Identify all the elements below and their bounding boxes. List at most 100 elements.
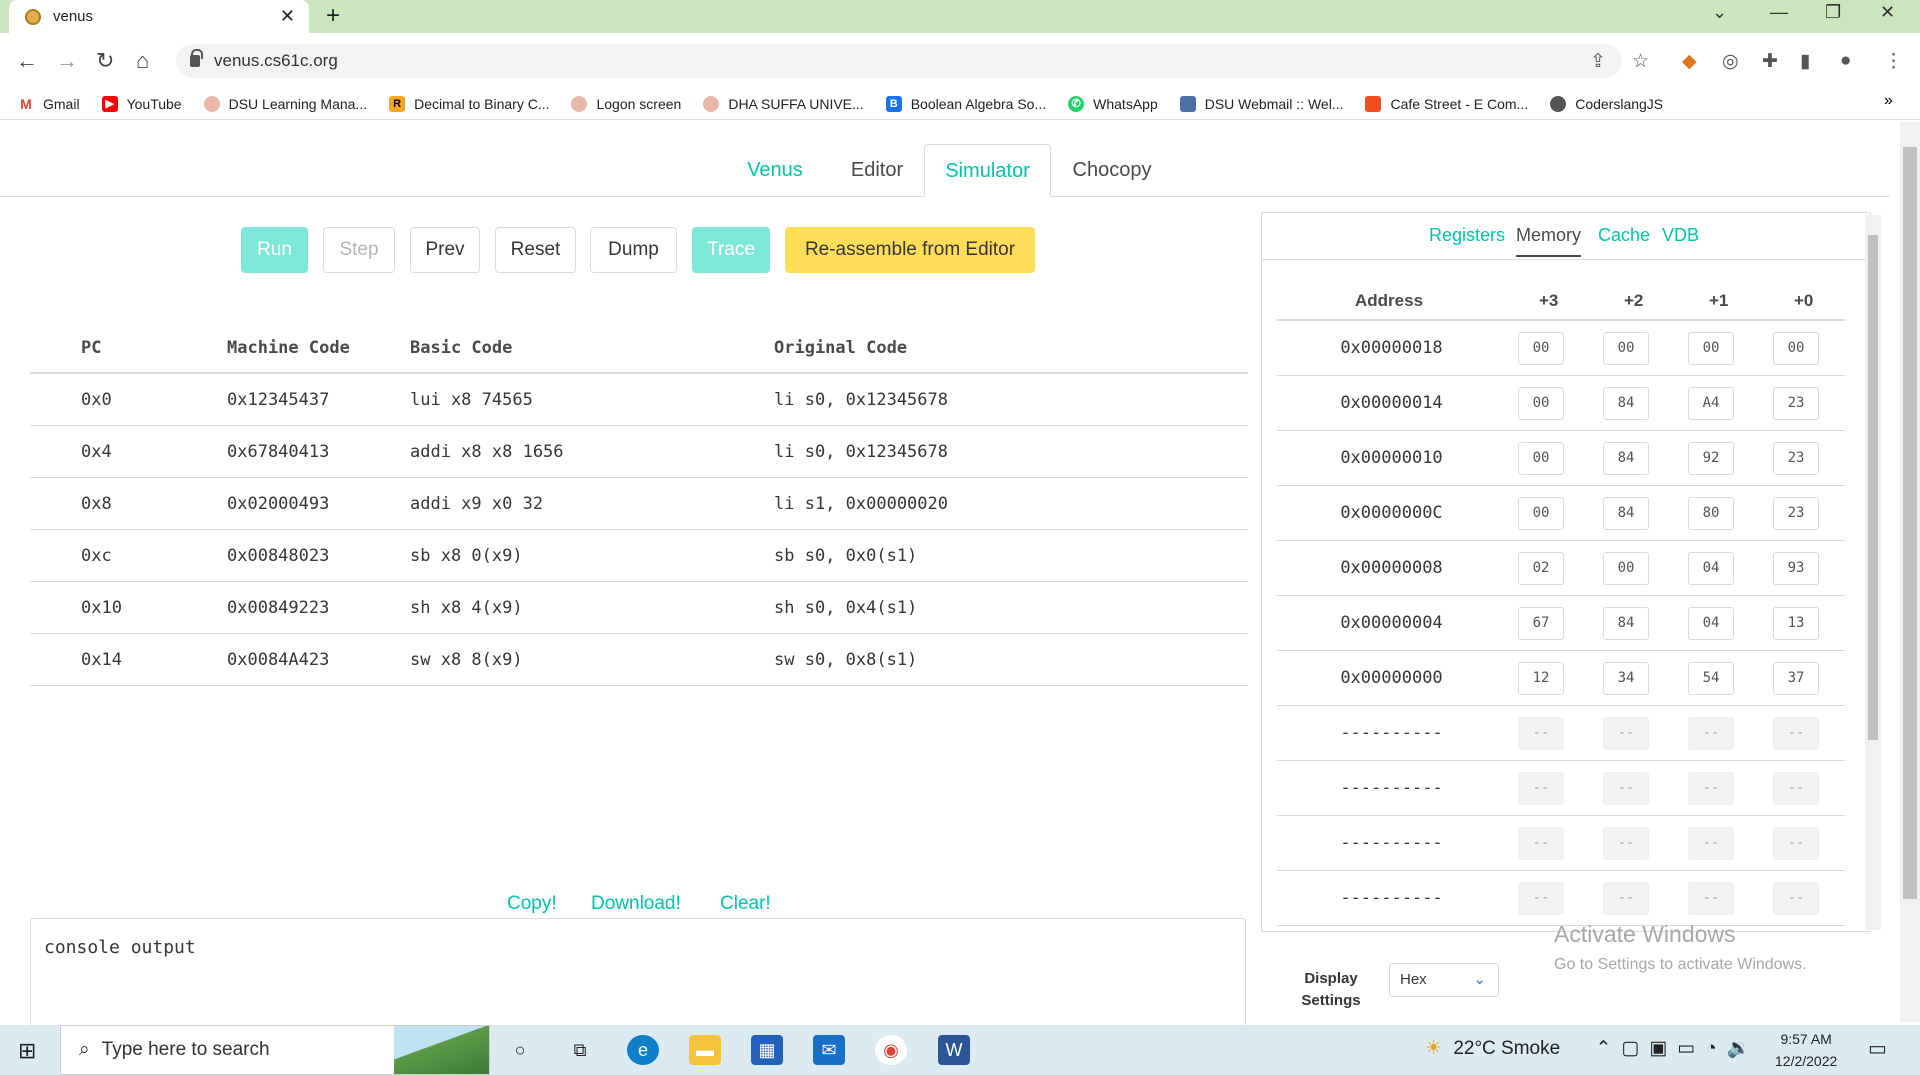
memory-byte-cell[interactable]: 00: [1603, 552, 1649, 585]
bookmark-whatsapp[interactable]: ✆ WhatsApp: [1068, 95, 1158, 112]
scroll-thumb[interactable]: [1868, 235, 1878, 740]
tab-simulator[interactable]: Simulator: [924, 144, 1051, 197]
memory-byte-cell[interactable]: --: [1773, 717, 1819, 750]
dump-button[interactable]: Dump: [590, 227, 677, 273]
run-button[interactable]: Run: [241, 227, 308, 273]
memory-byte-cell[interactable]: --: [1603, 882, 1649, 915]
bookmark-gmail[interactable]: M Gmail: [18, 95, 80, 112]
sidepanel-icon[interactable]: ▮: [1800, 50, 1810, 73]
memory-byte-cell[interactable]: 54: [1688, 662, 1734, 695]
memory-byte-cell[interactable]: 84: [1603, 497, 1649, 530]
memory-byte-cell[interactable]: --: [1773, 772, 1819, 805]
prev-button[interactable]: Prev: [410, 227, 480, 273]
task-view-icon[interactable]: ⧉: [564, 1035, 596, 1065]
bookmark-youtube[interactable]: ▶ YouTube: [101, 95, 182, 112]
memory-byte-cell[interactable]: 00: [1518, 442, 1564, 475]
bookmark-dsu-learning[interactable]: DSU Learning Mana...: [203, 95, 367, 112]
memory-byte-cell[interactable]: 00: [1518, 387, 1564, 420]
download-link[interactable]: Download!: [591, 893, 681, 915]
new-tab-icon[interactable]: +: [326, 2, 340, 30]
reassemble-button[interactable]: Re-assemble from Editor: [785, 227, 1035, 273]
memory-byte-cell[interactable]: 02: [1518, 552, 1564, 585]
memory-byte-cell[interactable]: --: [1688, 827, 1734, 860]
memory-byte-cell[interactable]: 00: [1603, 332, 1649, 365]
memory-byte-cell[interactable]: --: [1773, 827, 1819, 860]
share-icon[interactable]: ⇪: [1590, 50, 1606, 73]
bookmark-cafe-street[interactable]: Cafe Street - E Com...: [1365, 95, 1528, 112]
memory-byte-cell[interactable]: 13: [1773, 607, 1819, 640]
memory-byte-cell[interactable]: 84: [1603, 607, 1649, 640]
memory-byte-cell[interactable]: --: [1518, 882, 1564, 915]
step-button[interactable]: Step: [323, 227, 395, 273]
menu-icon[interactable]: ⋮: [1884, 50, 1903, 73]
file-explorer-icon[interactable]: ▬: [689, 1035, 721, 1065]
tab-registers[interactable]: Registers: [1429, 225, 1505, 246]
memory-byte-cell[interactable]: 00: [1518, 497, 1564, 530]
page-scroll-thumb[interactable]: [1903, 147, 1917, 899]
tab-vdb[interactable]: VDB: [1662, 225, 1699, 246]
memory-byte-cell[interactable]: 93: [1773, 552, 1819, 585]
tab-search-icon[interactable]: ⌄: [1712, 2, 1727, 23]
windows-start-icon[interactable]: ⊞: [18, 1038, 36, 1064]
chrome-icon[interactable]: ◉: [875, 1035, 907, 1065]
bookmark-logon[interactable]: Logon screen: [571, 95, 681, 112]
memory-byte-cell[interactable]: 23: [1773, 442, 1819, 475]
more-bookmarks-icon[interactable]: »: [1884, 92, 1893, 110]
memory-byte-cell[interactable]: 04: [1688, 552, 1734, 585]
bookmark-coderslang[interactable]: CoderslangJS: [1550, 95, 1663, 112]
close-window-icon[interactable]: ✕: [1880, 2, 1895, 23]
bookmark-dha-suffa[interactable]: DHA SUFFA UNIVE...: [703, 95, 864, 112]
store-icon[interactable]: ▦: [751, 1035, 783, 1065]
memory-byte-cell[interactable]: 37: [1773, 662, 1819, 695]
tab-venus[interactable]: Venus: [730, 144, 820, 197]
memory-byte-cell[interactable]: --: [1688, 717, 1734, 750]
home-icon[interactable]: ⌂: [136, 48, 149, 74]
memory-byte-cell[interactable]: --: [1773, 882, 1819, 915]
memory-byte-cell[interactable]: 00: [1518, 332, 1564, 365]
page-scrollbar[interactable]: [1900, 122, 1920, 1022]
taskbar-clock[interactable]: 9:57 AM 12/2/2022: [1775, 1028, 1837, 1072]
restore-icon[interactable]: ❐: [1825, 2, 1841, 23]
display-format-select[interactable]: Hex ⌄: [1389, 963, 1499, 997]
memory-byte-cell[interactable]: A4: [1688, 387, 1734, 420]
extension-icon[interactable]: ◎: [1722, 50, 1739, 73]
edge-icon[interactable]: e: [627, 1035, 659, 1065]
memory-byte-cell[interactable]: --: [1518, 827, 1564, 860]
memory-byte-cell[interactable]: --: [1603, 717, 1649, 750]
bookmark-decimal-binary[interactable]: R Decimal to Binary C...: [389, 95, 549, 112]
memory-byte-cell[interactable]: 23: [1773, 387, 1819, 420]
back-icon[interactable]: ←: [16, 48, 38, 74]
tab-cache[interactable]: Cache: [1598, 225, 1650, 246]
copy-link[interactable]: Copy!: [507, 893, 557, 915]
address-bar[interactable]: venus.cs61c.org: [176, 44, 1622, 78]
bookmark-star-icon[interactable]: ☆: [1632, 50, 1649, 73]
memory-byte-cell[interactable]: 84: [1603, 387, 1649, 420]
memory-byte-cell[interactable]: 67: [1518, 607, 1564, 640]
memory-byte-cell[interactable]: --: [1688, 772, 1734, 805]
notification-icon[interactable]: ▭: [1868, 1036, 1887, 1061]
browser-tab[interactable]: venus ✕: [9, 0, 309, 33]
tray-icons[interactable]: ⌃▢▣▭◔🔉: [1595, 1038, 1760, 1059]
memory-byte-cell[interactable]: --: [1518, 772, 1564, 805]
memory-byte-cell[interactable]: 80: [1688, 497, 1734, 530]
word-icon[interactable]: W: [938, 1035, 970, 1065]
memory-byte-cell[interactable]: 00: [1688, 332, 1734, 365]
memory-byte-cell[interactable]: 23: [1773, 497, 1819, 530]
memory-byte-cell[interactable]: 92: [1688, 442, 1734, 475]
cortana-icon[interactable]: ○: [504, 1035, 536, 1065]
close-tab-icon[interactable]: ✕: [280, 6, 295, 27]
memory-byte-cell[interactable]: --: [1688, 882, 1734, 915]
memory-byte-cell[interactable]: 84: [1603, 442, 1649, 475]
memory-scrollbar[interactable]: [1865, 215, 1881, 930]
clear-link[interactable]: Clear!: [720, 893, 771, 915]
trace-button[interactable]: Trace: [692, 227, 770, 273]
reset-button[interactable]: Reset: [495, 227, 576, 273]
reload-icon[interactable]: ↻: [96, 48, 114, 74]
memory-byte-cell[interactable]: --: [1603, 827, 1649, 860]
tab-memory[interactable]: Memory: [1516, 225, 1582, 257]
bookmark-boolean-algebra[interactable]: B Boolean Algebra So...: [885, 95, 1046, 112]
bookmark-dsu-webmail[interactable]: DSU Webmail :: Wel...: [1179, 95, 1343, 112]
taskbar-search[interactable]: ⌕ Type here to search: [60, 1025, 490, 1075]
memory-byte-cell[interactable]: --: [1603, 772, 1649, 805]
puzzle-icon[interactable]: ✚: [1762, 50, 1778, 73]
